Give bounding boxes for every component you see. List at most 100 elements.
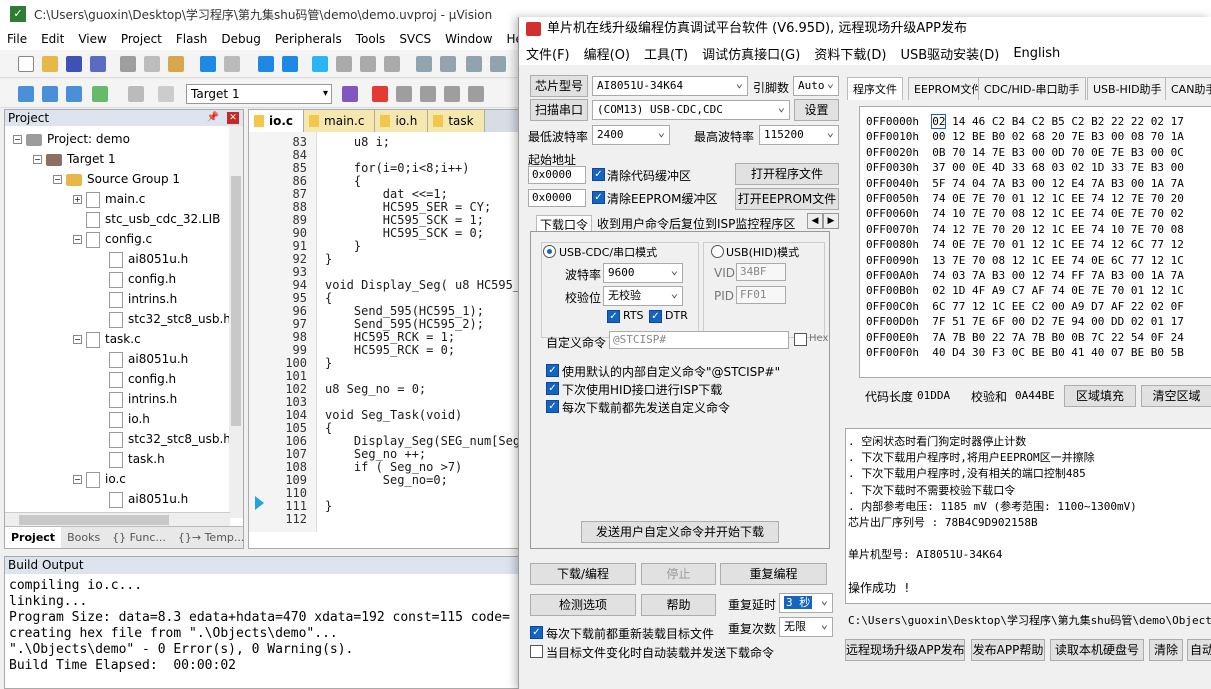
tree-item-file[interactable]: − io.c <box>73 469 126 489</box>
stop-button[interactable]: 停止 <box>641 563 716 585</box>
menu-edit[interactable]: Edit <box>34 32 71 46</box>
target-options-icon[interactable] <box>342 86 358 102</box>
save-icon[interactable] <box>66 56 82 72</box>
download-program-button[interactable]: 下载/编程 <box>530 563 636 585</box>
menu-flash[interactable]: Flash <box>169 32 214 46</box>
bookmark-next-icon[interactable] <box>360 56 376 72</box>
pin-icon[interactable]: 📌 <box>207 110 219 126</box>
custom-command-input[interactable]: @STCISP# <box>609 331 789 349</box>
repeat-program-button[interactable]: 重复编程 <box>720 563 827 585</box>
open-eeprom-file-button[interactable]: 打开EEPROM文件 <box>735 188 839 210</box>
collapse-icon[interactable]: − <box>73 335 82 344</box>
menu-view[interactable]: View <box>71 32 113 46</box>
read-disk-id-button[interactable]: 读取本机硬盘号 <box>1050 639 1144 661</box>
bookmark-prev-icon[interactable] <box>336 56 352 72</box>
port-select[interactable]: (COM13) USB-CDC,CDC <box>592 100 790 120</box>
comment-icon[interactable] <box>466 56 482 72</box>
target-select[interactable]: Target 1 <box>186 84 332 104</box>
auto-button[interactable]: 自动 <box>1187 639 1211 661</box>
tab-can-assistant[interactable]: CAN助手 <box>1165 77 1211 100</box>
tree-item-file[interactable]: config.h <box>109 269 176 289</box>
paste-icon[interactable] <box>168 56 184 72</box>
close-icon[interactable]: ✕ <box>227 112 239 124</box>
tab-usb-hid-assistant[interactable]: USB-HID助手 <box>1087 77 1168 100</box>
min-baud-select[interactable]: 2400 <box>592 125 670 145</box>
translate-icon[interactable] <box>18 86 34 102</box>
pins-select[interactable]: Auto <box>793 76 839 96</box>
menu-debug[interactable]: Debug <box>214 32 267 46</box>
fill-area-button[interactable]: 区域填充 <box>1064 385 1136 407</box>
menu-project[interactable]: Project <box>114 32 169 46</box>
max-baud-select[interactable]: 115200 <box>759 125 839 145</box>
nav-back-icon[interactable] <box>258 56 274 72</box>
project-vertical-scrollbar[interactable] <box>229 126 243 518</box>
tab-eeprom-file[interactable]: EEPROM文件 <box>908 77 989 100</box>
baud-select[interactable]: 9600 <box>603 263 683 283</box>
tree-item-source-group[interactable]: − Source Group 1 <box>53 169 180 189</box>
menu-tools[interactable]: Tools <box>349 32 393 46</box>
unindent-icon[interactable] <box>440 56 456 72</box>
scroll-thumb[interactable] <box>231 176 241 426</box>
nav-forward-icon[interactable] <box>282 56 298 72</box>
hex-viewer[interactable]: 0FF0000h 02 14 46 C2 B4 C2 B5 C2 B2 22 2… <box>859 106 1211 378</box>
tab-program-file[interactable]: 程序文件 <box>847 77 903 100</box>
collapse-icon[interactable]: − <box>53 175 62 184</box>
remote-upgrade-button[interactable]: 远程现场升级APP发布 <box>845 639 965 661</box>
tree-item-file[interactable]: − config.c <box>73 229 152 249</box>
clear-code-checkbox[interactable]: ✓ <box>592 168 605 181</box>
parity-select[interactable]: 无校验 <box>603 286 683 306</box>
radio-cdc-mode[interactable] <box>543 245 556 258</box>
clear-log-button[interactable]: 清除 <box>1149 639 1183 661</box>
undo-icon[interactable] <box>200 56 216 72</box>
tab-scroll-left-icon[interactable]: ◀ <box>807 213 823 229</box>
isp-menu-english[interactable]: English <box>1006 46 1067 61</box>
tree-item-file[interactable]: config.h <box>109 369 176 389</box>
menu-peripherals[interactable]: Peripherals <box>268 32 349 46</box>
scan-port-button[interactable]: 扫描串口 <box>530 99 588 121</box>
editor-tab-task[interactable]: task <box>428 110 485 132</box>
hex-checkbox[interactable] <box>794 333 807 346</box>
save-all-icon[interactable] <box>90 56 106 72</box>
select-packs-icon[interactable] <box>444 86 460 102</box>
tree-item-file[interactable]: ai8051u.h <box>109 349 188 369</box>
tab-functions[interactable]: {} Func... <box>106 527 172 548</box>
expand-icon[interactable]: + <box>73 195 82 204</box>
isp-menu-program[interactable]: 编程(O) <box>577 44 637 63</box>
collapse-icon[interactable]: − <box>73 235 82 244</box>
bookmark-icon[interactable] <box>312 56 328 72</box>
dtr-checkbox[interactable]: ✓ <box>649 310 662 323</box>
open-folder-icon[interactable] <box>42 56 58 72</box>
clear-area-button[interactable]: 清空区域 <box>1141 385 1211 407</box>
tree-item-file[interactable]: stc32_stc8_usb.h <box>109 429 231 449</box>
radio-hid-mode[interactable] <box>711 245 724 258</box>
isp-menu-usb-driver[interactable]: USB驱动安装(D) <box>893 44 1006 63</box>
use-hid-next-checkbox[interactable]: ✓ <box>546 382 559 395</box>
uncomment-icon[interactable] <box>490 56 506 72</box>
tab-templates[interactable]: {}→ Temp... <box>172 527 251 548</box>
publish-app-help-button[interactable]: 发布APP帮助 <box>971 639 1045 661</box>
editor-tab-io-c[interactable]: io.c <box>249 110 305 132</box>
isp-menu-downloads[interactable]: 资料下载(D) <box>807 44 893 63</box>
tab-serial-assistant[interactable]: CDC/HID-串口助手 <box>978 77 1086 100</box>
tree-item-file[interactable]: − task.c <box>73 329 141 349</box>
menu-file[interactable]: File <box>0 32 34 46</box>
help-button[interactable]: 帮助 <box>641 594 716 616</box>
cut-icon[interactable] <box>120 56 136 72</box>
open-program-file-button[interactable]: 打开程序文件 <box>735 163 839 185</box>
stop-build-icon[interactable] <box>128 86 144 102</box>
indent-icon[interactable] <box>416 56 432 72</box>
clear-eeprom-checkbox[interactable]: ✓ <box>592 191 605 204</box>
pack-installer-icon[interactable] <box>420 86 436 102</box>
rts-checkbox[interactable]: ✓ <box>607 310 620 323</box>
scroll-thumb[interactable] <box>19 515 169 525</box>
repeat-delay-select[interactable]: 3 秒 <box>779 593 833 613</box>
tree-item-file[interactable]: task.h <box>109 449 165 469</box>
download-icon[interactable] <box>92 86 108 102</box>
chip-model-select[interactable]: AI8051U-34K64 <box>592 76 748 96</box>
tab-books[interactable]: Books <box>61 527 106 548</box>
tree-item-file[interactable]: stc32_stc8_usb.h <box>109 309 231 329</box>
tree-item-file[interactable]: + main.c <box>73 189 145 209</box>
menu-window[interactable]: Window <box>438 32 499 46</box>
menu-svcs[interactable]: SVCS <box>392 32 438 46</box>
editor-tab-main-c[interactable]: main.c <box>304 110 376 132</box>
